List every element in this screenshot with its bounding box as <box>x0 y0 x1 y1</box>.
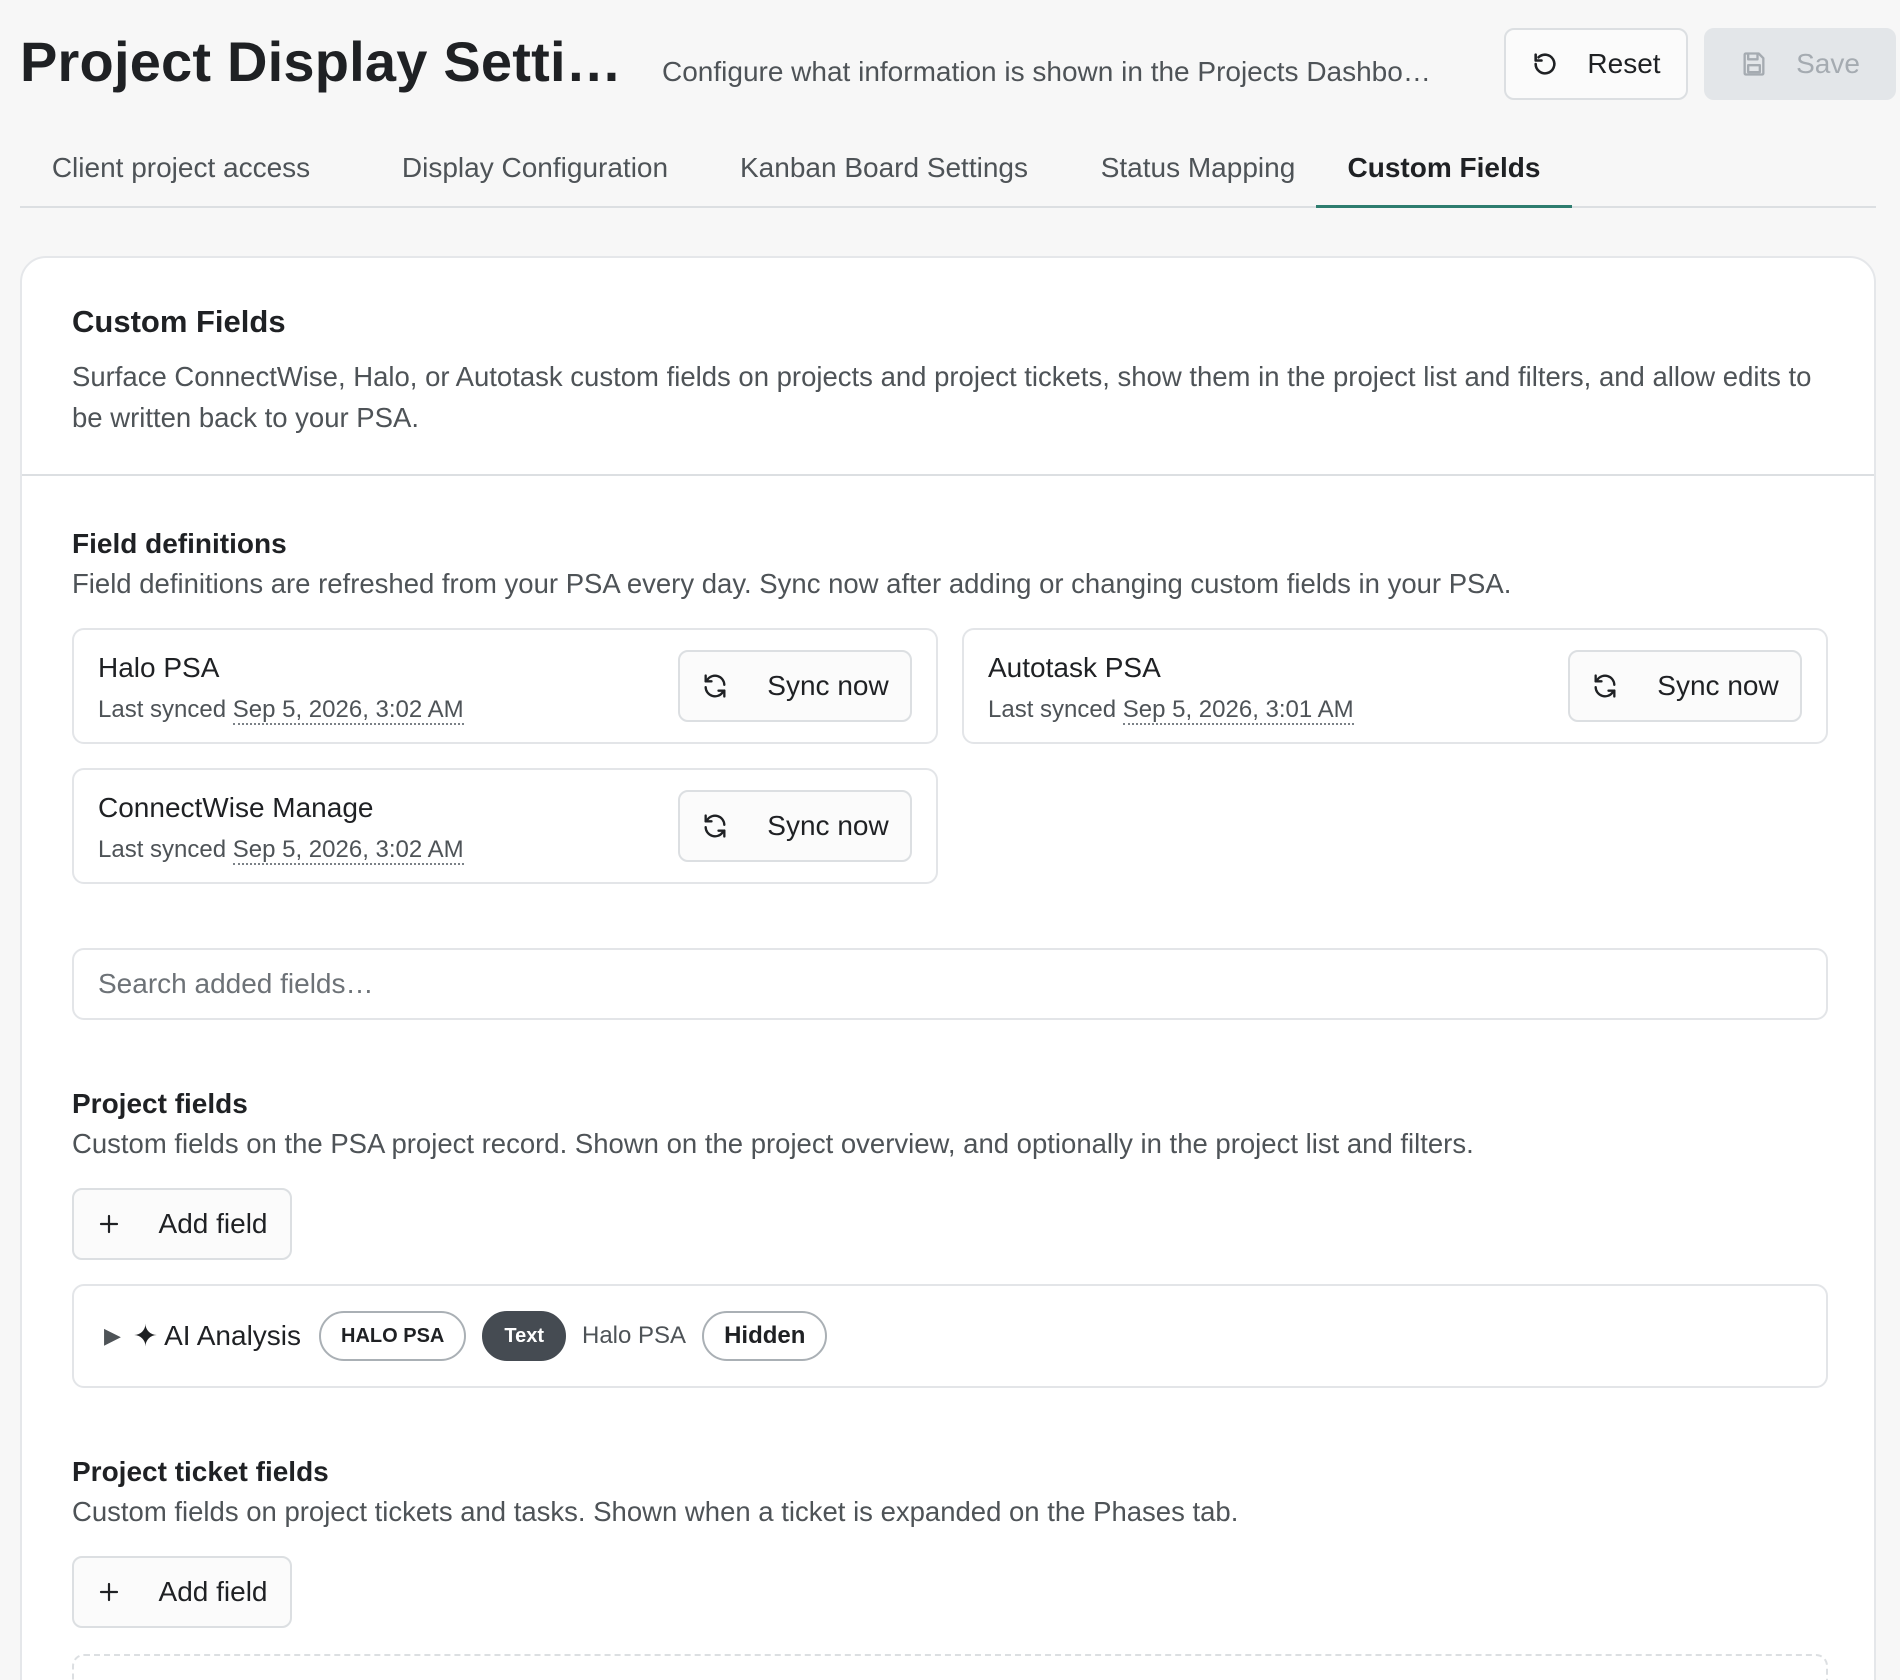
ticket-fields-empty-dropzone <box>72 1654 1828 1680</box>
page-subtitle: Configure what information is shown in t… <box>662 56 1431 87</box>
psa-name: ConnectWise Manage <box>98 792 374 823</box>
save-icon <box>1740 50 1768 78</box>
tab-kanban-board-settings[interactable]: Kanban Board Settings <box>723 128 1045 208</box>
custom-fields-card: Custom Fields Surface ConnectWise, Halo,… <box>20 256 1876 1680</box>
last-synced-date: Sep 5, 2026, 3:01 AM <box>1122 696 1354 725</box>
plus-icon <box>97 1212 121 1236</box>
field-row-ai-analysis[interactable]: ▶ ✦ AI Analysis HALO PSA Text Halo PSA H… <box>72 1284 1828 1388</box>
add-field-label: Add field <box>158 1576 268 1607</box>
refresh-icon <box>701 672 729 700</box>
card-title: Custom Fields <box>72 304 286 339</box>
sync-now-label: Sync now <box>767 810 889 841</box>
refresh-icon <box>701 812 729 840</box>
sparkle-icon: ✦ <box>132 1319 159 1353</box>
save-label: Save <box>1796 48 1860 79</box>
project-fields-title: Project fields <box>72 1088 248 1119</box>
card-description: Surface ConnectWise, Halo, or Autotask c… <box>72 361 1812 433</box>
add-ticket-field-button[interactable]: Add field <box>72 1556 292 1628</box>
sync-now-button[interactable]: Sync now <box>678 650 912 722</box>
last-synced-label: Last synced <box>98 696 227 723</box>
field-source: Halo PSA <box>582 1322 687 1349</box>
reset-icon <box>1531 50 1559 78</box>
project-fields-description: Custom fields on the PSA project record.… <box>72 1128 1474 1159</box>
tab-client-project-access[interactable]: Client project access <box>20 128 342 208</box>
reset-label: Reset <box>1587 48 1661 79</box>
ticket-fields-title: Project ticket fields <box>72 1456 329 1487</box>
page-title: Project Display Setti… <box>20 30 622 93</box>
reset-button[interactable]: Reset <box>1504 28 1688 100</box>
last-synced-label: Last synced <box>988 696 1117 723</box>
tab-custom-fields[interactable]: Custom Fields <box>1316 128 1572 208</box>
tab-bar: Client project access Display Configurat… <box>20 128 1876 208</box>
expand-caret-icon[interactable]: ▶ <box>104 1323 121 1349</box>
sync-card-connectwise: ConnectWise Manage Last synced Sep 5, 20… <box>72 768 938 884</box>
last-synced-date: Sep 5, 2026, 3:02 AM <box>232 836 464 865</box>
last-synced: Last synced Sep 5, 2026, 3:02 AM <box>98 696 464 725</box>
last-synced-label: Last synced <box>98 836 227 863</box>
tab-display-configuration[interactable]: Display Configuration <box>370 128 700 208</box>
card-header: Custom Fields Surface ConnectWise, Halo,… <box>22 258 1874 476</box>
last-synced: Last synced Sep 5, 2026, 3:02 AM <box>98 836 464 865</box>
plus-icon <box>97 1580 121 1604</box>
type-badge: Text <box>482 1311 566 1361</box>
psa-name: Autotask PSA <box>988 652 1161 683</box>
visibility-badge[interactable]: Hidden <box>702 1311 828 1361</box>
sync-card-halo: Halo PSA Last synced Sep 5, 2026, 3:02 A… <box>72 628 938 744</box>
field-name: AI Analysis <box>164 1320 302 1351</box>
page-header: Project Display Setti… Configure what in… <box>20 20 1896 110</box>
save-button[interactable]: Save <box>1704 28 1896 100</box>
last-synced: Last synced Sep 5, 2026, 3:01 AM <box>988 696 1354 725</box>
search-added-fields-input[interactable] <box>72 948 1828 1020</box>
last-synced-date: Sep 5, 2026, 3:02 AM <box>232 696 464 725</box>
sync-now-button[interactable]: Sync now <box>678 790 912 862</box>
add-project-field-button[interactable]: Add field <box>72 1188 292 1260</box>
sync-card-autotask: Autotask PSA Last synced Sep 5, 2026, 3:… <box>962 628 1828 744</box>
sync-now-label: Sync now <box>1657 670 1779 701</box>
tab-status-mapping[interactable]: Status Mapping <box>1078 128 1318 208</box>
refresh-icon <box>1591 672 1619 700</box>
source-badge: HALO PSA <box>319 1311 467 1361</box>
sync-now-button[interactable]: Sync now <box>1568 650 1802 722</box>
sync-now-label: Sync now <box>767 670 889 701</box>
psa-name: Halo PSA <box>98 652 220 683</box>
add-field-label: Add field <box>158 1208 268 1239</box>
ticket-fields-description: Custom fields on project tickets and tas… <box>72 1496 1239 1527</box>
field-definitions-title: Field definitions <box>72 528 287 559</box>
field-definitions-description: Field definitions are refreshed from you… <box>72 568 1512 599</box>
